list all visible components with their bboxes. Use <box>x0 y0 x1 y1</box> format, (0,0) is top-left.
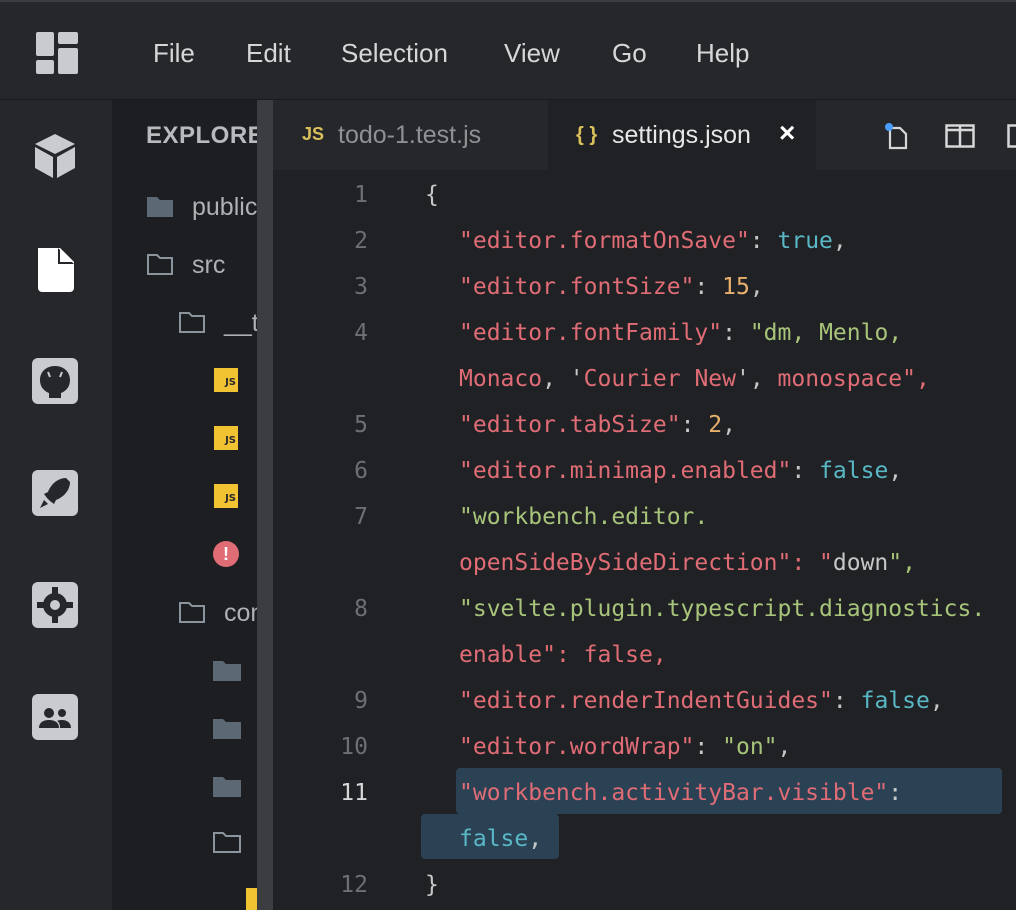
line-number: 10 <box>340 734 368 760</box>
js-file-icon: JS <box>214 368 242 396</box>
rocket-icon[interactable] <box>30 468 80 518</box>
tab-bar: JS todo-1.test.js { } settings.json × <box>273 100 1016 170</box>
line-number: 7 <box>354 504 368 530</box>
folder-icon <box>146 192 174 220</box>
code-line: { <box>425 182 439 208</box>
menu-bar: File Edit Selection View Go Help <box>0 0 1016 100</box>
line-number: 5 <box>354 412 368 438</box>
js-file-icon: JS <box>214 426 242 454</box>
code-line: openSideBySideDirection": "down", <box>459 550 916 576</box>
tab-label: todo-1.test.js <box>338 121 482 149</box>
folder-open-icon <box>212 828 241 856</box>
sidebar-scrollbar[interactable] <box>257 100 273 910</box>
activity-bar <box>0 100 112 910</box>
code-line: "editor.fontFamily": "dm, Menlo, <box>459 320 916 346</box>
explorer-title: EXPLORER <box>146 122 257 149</box>
file-icon[interactable] <box>30 244 80 294</box>
cube-icon[interactable] <box>30 130 80 180</box>
tab-label: settings.json <box>612 121 751 149</box>
explorer-sidebar: EXPLORER public src __tests__ JS JS JS !… <box>112 100 257 910</box>
line-number: 9 <box>354 688 368 714</box>
app-logo-icon[interactable] <box>36 32 78 74</box>
tree-item-label: src <box>192 251 226 279</box>
line-number-current: 11 <box>340 780 368 806</box>
code-line: "editor.renderIndentGuides": false, <box>459 688 944 714</box>
code-line: enable": false, <box>459 642 667 668</box>
menu-go[interactable]: Go <box>612 36 647 70</box>
js-file-icon: JS <box>302 124 325 144</box>
menu-view[interactable]: View <box>504 36 560 70</box>
code-line: "editor.minimap.enabled": false, <box>459 458 903 484</box>
settings-icon[interactable] <box>30 580 80 630</box>
code-line: false, <box>459 826 543 852</box>
new-file-icon[interactable] <box>884 122 910 150</box>
tree-item-label: public <box>192 193 257 221</box>
tree-item-label: components <box>224 599 257 627</box>
code-line: "editor.wordWrap": "on", <box>459 734 792 760</box>
tab-todo-test[interactable]: JS todo-1.test.js <box>273 100 548 170</box>
js-file-icon: JS <box>214 484 242 512</box>
line-number: 2 <box>354 228 368 254</box>
tab-settings-json[interactable]: { } settings.json × <box>548 100 816 170</box>
folder-icon <box>212 714 241 742</box>
line-number: 8 <box>354 596 368 622</box>
code-line: Monaco, 'Courier New', monospace", <box>459 366 930 392</box>
line-number: 12 <box>340 872 368 898</box>
code-line: "workbench.activityBar.visible": <box>459 780 903 806</box>
github-icon[interactable] <box>30 356 80 406</box>
close-icon[interactable]: × <box>779 117 795 149</box>
menu-file[interactable]: File <box>153 36 195 70</box>
menu-help[interactable]: Help <box>696 36 749 70</box>
code-line: "editor.tabSize": 2, <box>459 412 736 438</box>
line-number: 3 <box>354 274 368 300</box>
code-line: "workbench.editor. <box>459 504 709 530</box>
split-editor-icon[interactable] <box>945 124 975 148</box>
team-icon[interactable] <box>30 692 80 742</box>
json-file-icon: { } <box>576 124 598 146</box>
code-line: "editor.fontSize": 15, <box>459 274 764 300</box>
more-layout-icon[interactable] <box>1007 124 1016 148</box>
folder-icon <box>212 772 241 800</box>
line-number: 1 <box>354 182 368 208</box>
code-line: "editor.formatOnSave": true, <box>459 228 847 254</box>
line-number: 4 <box>354 320 368 346</box>
folder-icon <box>212 656 241 684</box>
tree-item-label: __tests__ <box>224 309 257 337</box>
menu-edit[interactable]: Edit <box>246 36 291 70</box>
folder-open-icon <box>178 598 206 626</box>
error-icon: ! <box>213 541 241 569</box>
code-editor[interactable]: 1 2 3 4 5 6 7 8 9 10 11 12 { "editor.form… <box>273 170 1016 910</box>
folder-open-icon <box>146 250 174 278</box>
code-line: "svelte.plugin.typescript.diagnostics. <box>459 596 986 622</box>
code-line: } <box>425 872 439 898</box>
line-number: 6 <box>354 458 368 484</box>
js-file-icon <box>246 888 257 910</box>
menu-selection[interactable]: Selection <box>341 36 448 70</box>
folder-open-icon <box>178 308 206 336</box>
